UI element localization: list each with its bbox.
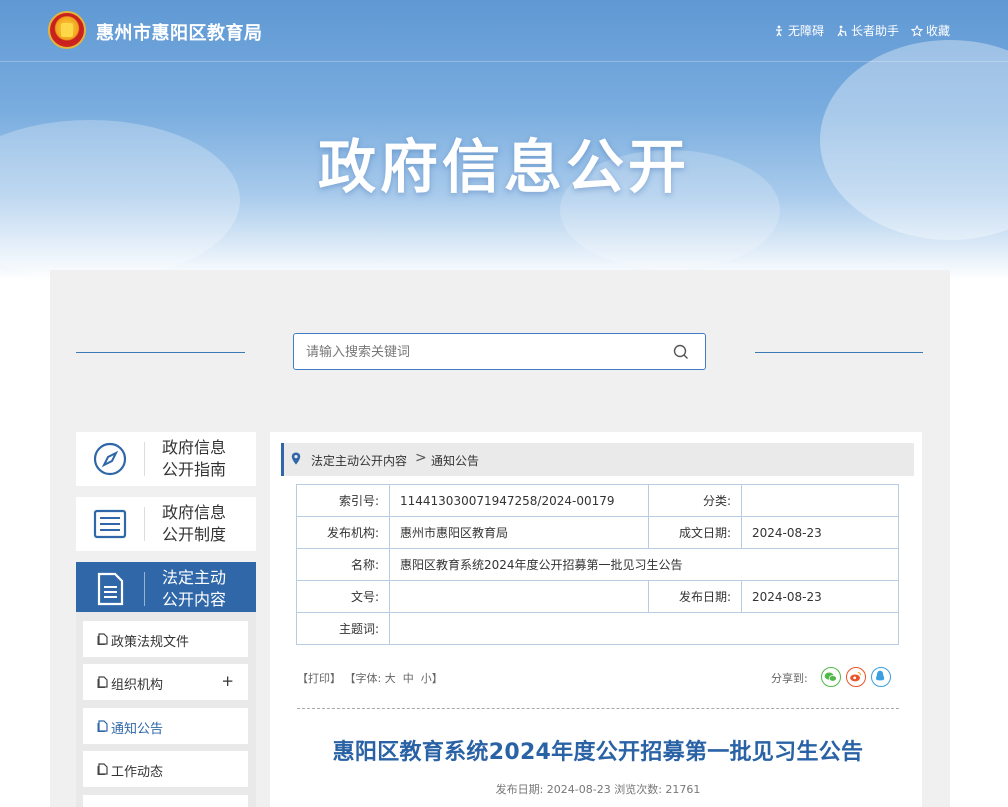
meta-value: 惠州市惠阳区教育局: [389, 516, 649, 549]
font-large-button[interactable]: 大: [385, 672, 396, 685]
meta-value: 2024-08-23: [741, 516, 899, 549]
meta-value: [389, 612, 899, 645]
subitem-label: 政策法规文件: [111, 635, 190, 650]
sidebar-item-label: 政府信息 公开指南: [162, 438, 227, 479]
search-input[interactable]: [306, 342, 666, 362]
favorite-label: 收藏: [925, 24, 950, 38]
sidebar-subitem-notices[interactable]: 通知公告: [83, 708, 248, 744]
national-emblem-logo: [48, 11, 86, 49]
meta-label: 名称:: [296, 548, 390, 581]
article-title: 惠阳区教育系统2024年度公开招募第一批见习生公告: [332, 740, 864, 765]
font-medium-button[interactable]: 中: [403, 672, 414, 685]
table-row: 主题词:: [296, 612, 899, 645]
accessibility-link[interactable]: 无障碍: [773, 22, 824, 39]
doc-small-icon: [97, 720, 108, 732]
compass-icon: [93, 442, 127, 476]
breadcrumb-level1[interactable]: 法定主动公开内容: [311, 452, 407, 469]
share-weibo-button[interactable]: [846, 667, 866, 687]
font-size-prefix: 【字体:: [344, 672, 385, 685]
share-qq-button[interactable]: [871, 667, 891, 687]
font-small-button[interactable]: 小: [421, 672, 432, 685]
meta-value: 惠阳区教育系统2024年度公开招募第一批见习生公告: [389, 548, 899, 581]
table-row: 索引号: 114413030071947258/2024-00179 分类:: [296, 484, 899, 517]
sidebar-item-label: 法定主动 公开内容: [162, 568, 227, 609]
meta-label: 索引号:: [296, 484, 390, 517]
meta-label: 分类:: [648, 484, 742, 517]
table-row: 发布机构: 惠州市惠阳区教育局 成文日期: 2024-08-23: [296, 516, 899, 549]
meta-label: 成文日期:: [648, 516, 742, 549]
search-divider-left: [76, 352, 245, 353]
site-title[interactable]: 惠州市惠阳区教育局: [96, 19, 263, 45]
meta-value: [389, 580, 649, 613]
meta-label: 发布日期:: [648, 580, 742, 613]
qq-icon: [876, 670, 885, 681]
divider: [144, 507, 145, 541]
elder-assist-icon: [837, 25, 847, 36]
sidebar-subitem-more[interactable]: [83, 795, 248, 807]
meta-value: 114413030071947258/2024-00179: [389, 484, 649, 517]
meta-label: 发布机构:: [296, 516, 390, 549]
star-icon: [910, 24, 923, 37]
search-icon[interactable]: [673, 344, 689, 360]
doc-small-icon: [97, 763, 108, 775]
meta-value: 2024-08-23: [741, 580, 899, 613]
breadcrumb-separator: >: [415, 450, 427, 466]
share-label: 分享到:: [771, 672, 808, 685]
top-bar: 惠州市惠阳区教育局 无障碍 长者助手 收藏: [0, 0, 1008, 62]
doc-small-icon: [97, 633, 108, 645]
sidebar-item-statutory-content[interactable]: 法定主动 公开内容: [76, 562, 256, 616]
doc-small-icon: [97, 676, 108, 688]
table-row: 文号: 发布日期: 2024-08-23: [296, 580, 899, 613]
article-tools: 【打印】 【字体: 大 中 小】: [297, 670, 443, 686]
breadcrumb-level2[interactable]: 通知公告: [431, 452, 479, 469]
sidebar-subitem-organization[interactable]: 组织机构 +: [83, 664, 248, 700]
sidebar-subitem-policy[interactable]: 政策法规文件: [83, 621, 248, 657]
divider: [297, 708, 899, 709]
sidebar-item-system[interactable]: 政府信息 公开制度: [76, 497, 256, 551]
subitem-label: 组织机构: [111, 678, 164, 693]
print-button[interactable]: 【打印】: [297, 672, 341, 685]
share-wechat-button[interactable]: [821, 667, 841, 687]
article-meta: 发布日期: 2024-08-23 浏览次数: 21761: [495, 783, 701, 796]
expand-icon[interactable]: +: [221, 672, 234, 690]
font-size-suffix: 】: [431, 672, 443, 685]
list-icon: [93, 509, 127, 539]
favorite-link[interactable]: 收藏: [910, 22, 950, 39]
top-links: 无障碍 长者助手 收藏: [773, 22, 950, 39]
meta-label: 文号:: [296, 580, 390, 613]
weibo-icon: [850, 671, 862, 682]
elder-assist-link[interactable]: 长者助手: [836, 22, 899, 39]
breadcrumb: 法定主动公开内容 > 通知公告: [281, 443, 914, 476]
wechat-icon: [824, 672, 837, 682]
sidebar-subitem-news[interactable]: 工作动态: [83, 751, 248, 787]
divider: [144, 572, 145, 606]
banner-title: 政府信息公开: [317, 133, 690, 201]
location-pin-icon: [291, 452, 301, 465]
divider: [144, 442, 145, 476]
subitem-label: 通知公告: [111, 722, 164, 737]
document-icon: [97, 572, 124, 606]
document-metadata-table: 索引号: 114413030071947258/2024-00179 分类: 发…: [296, 484, 899, 645]
sidebar-item-guide[interactable]: 政府信息 公开指南: [76, 432, 256, 486]
accessibility-label: 无障碍: [787, 24, 824, 38]
table-row: 名称: 惠阳区教育系统2024年度公开招募第一批见习生公告: [296, 548, 899, 581]
search-divider-right: [755, 352, 923, 353]
meta-value: [741, 484, 899, 517]
search-box: [293, 333, 706, 370]
meta-label: 主题词:: [296, 612, 390, 645]
accessibility-icon: [775, 25, 782, 36]
elder-assist-label: 长者助手: [850, 24, 899, 38]
sidebar-item-label: 政府信息 公开制度: [162, 503, 227, 544]
subitem-label: 工作动态: [111, 765, 164, 780]
